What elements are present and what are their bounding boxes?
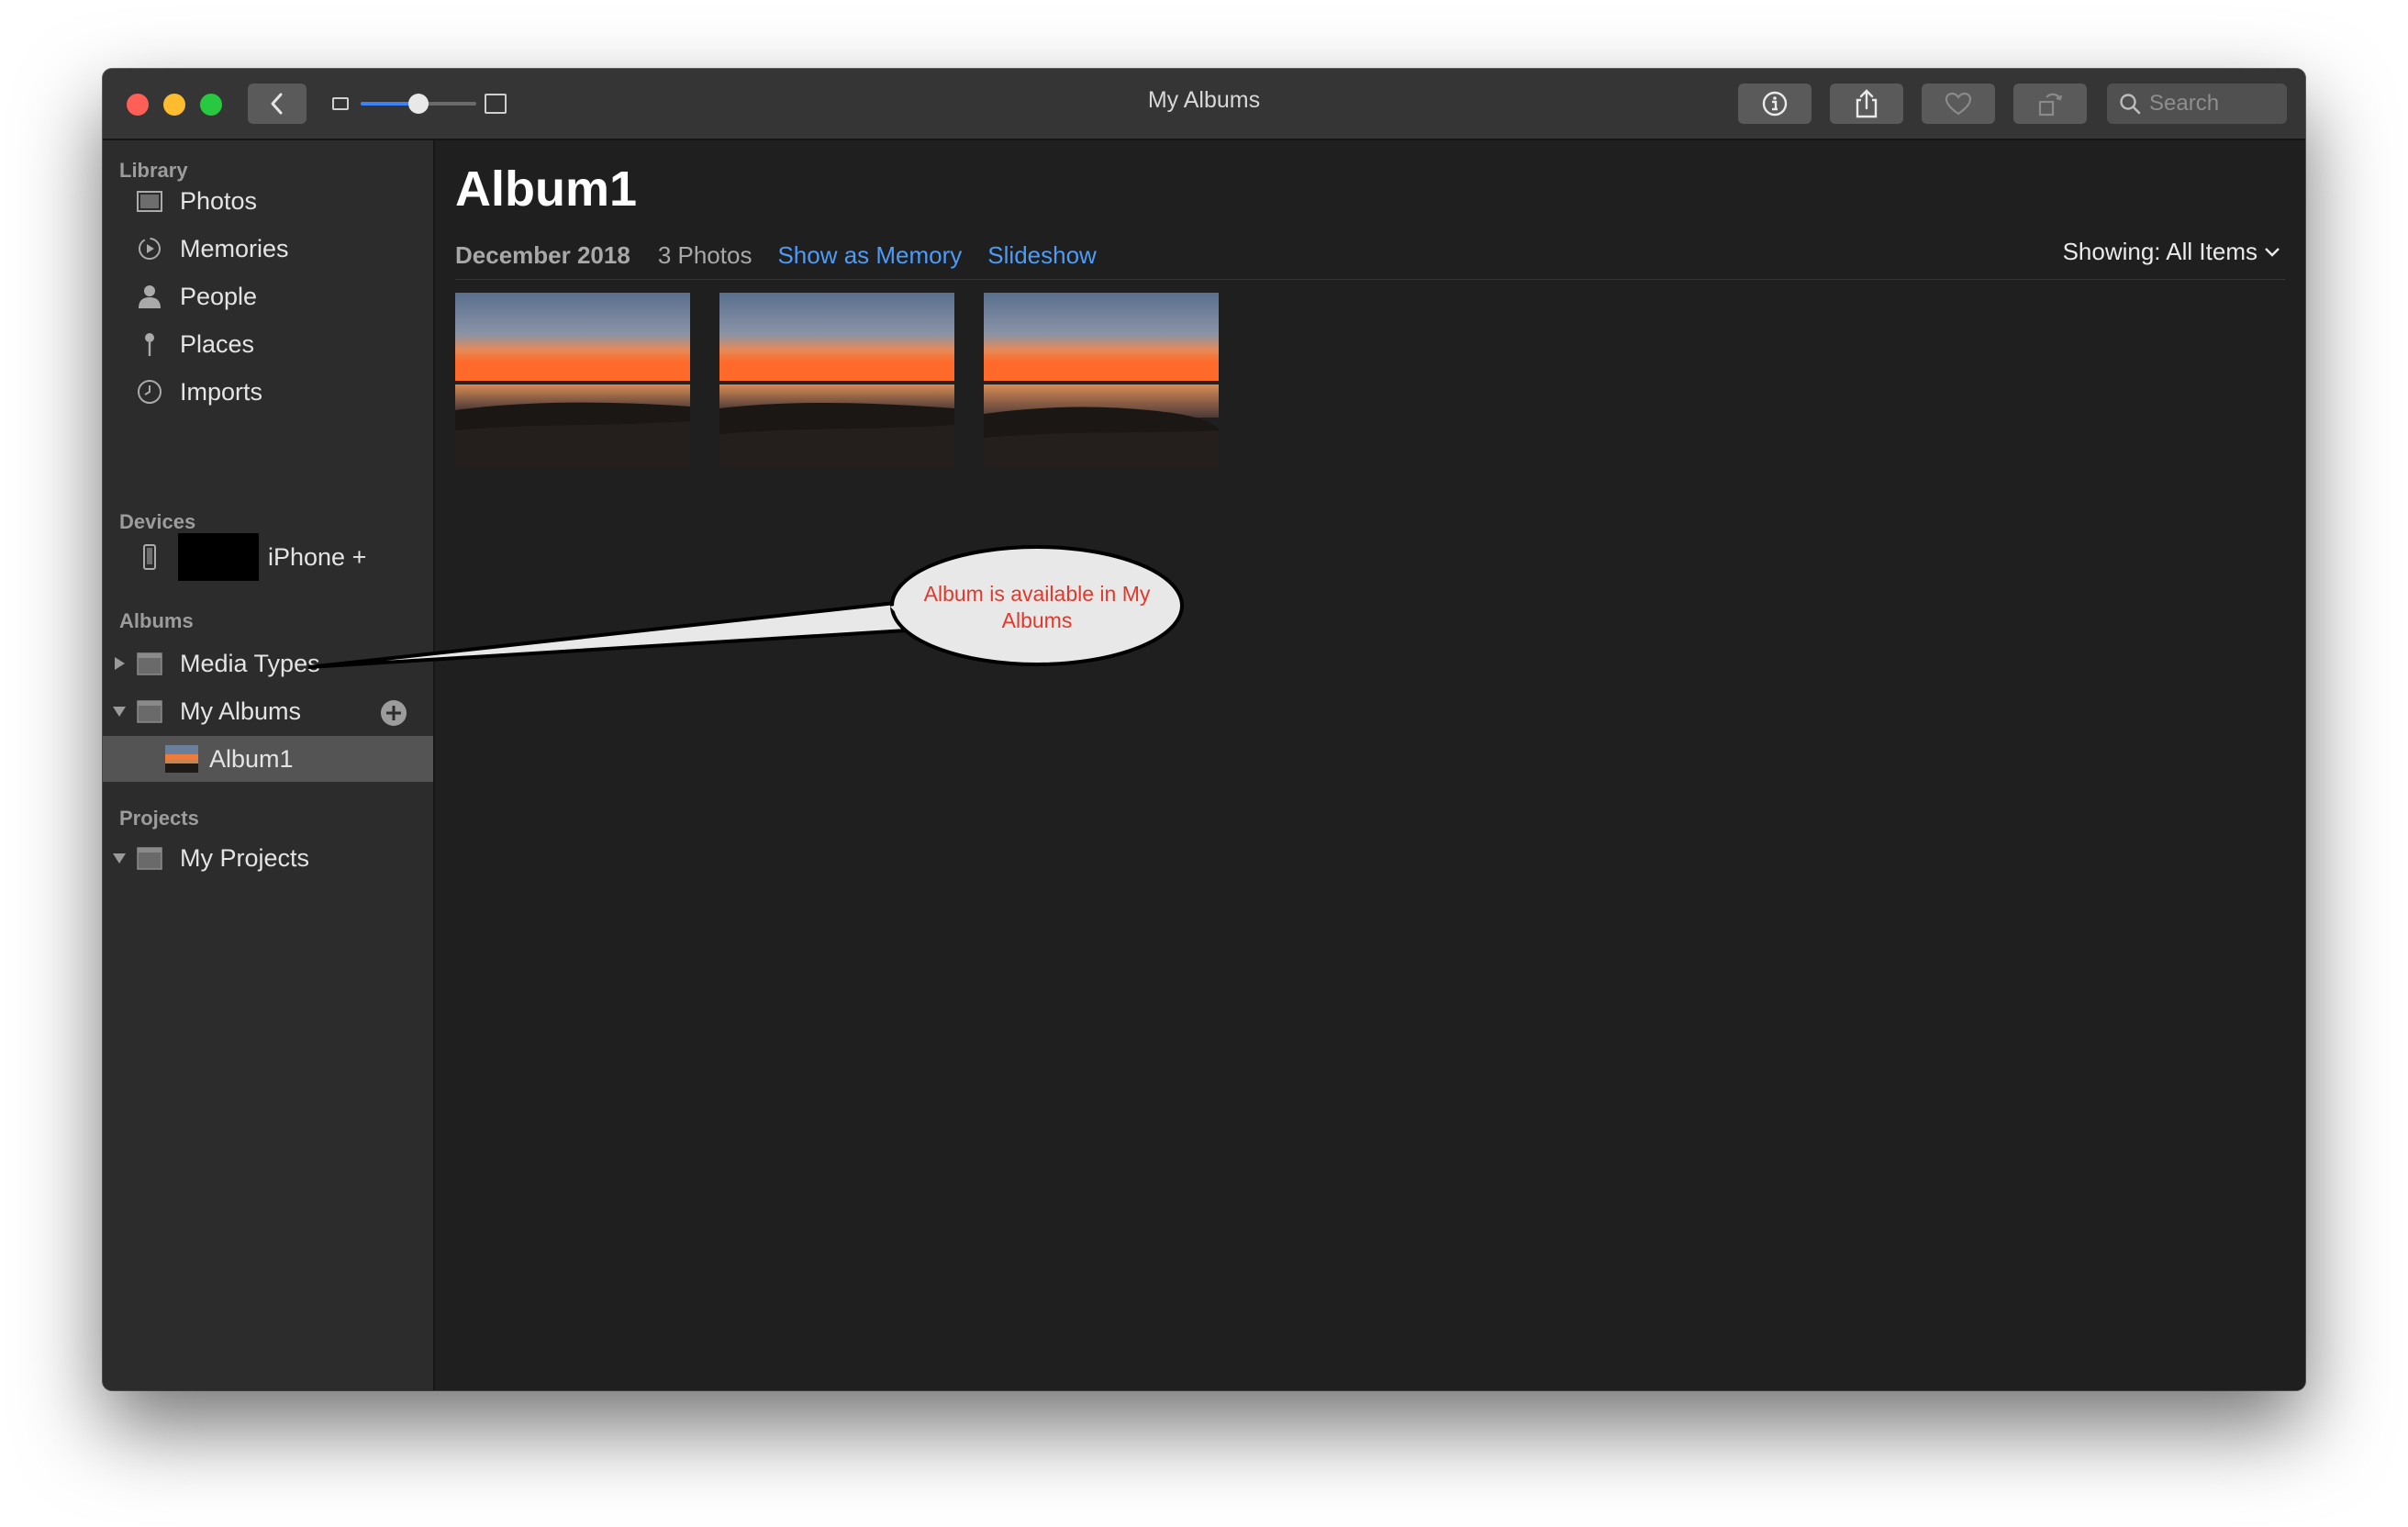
disclosure-down-icon[interactable] — [112, 704, 127, 719]
folder-icon — [137, 652, 162, 675]
sidebar-item-memories[interactable]: Memories — [103, 226, 433, 272]
folder-icon — [137, 700, 162, 723]
photo-thumbnail[interactable] — [719, 293, 954, 467]
show-as-memory-link[interactable]: Show as Memory — [777, 241, 962, 270]
photo-count: 3 Photos — [657, 240, 752, 269]
share-button[interactable] — [1830, 84, 1903, 124]
sidebar-item-imports[interactable]: Imports — [103, 369, 433, 415]
sidebar-item-label: My Albums — [180, 697, 302, 725]
share-icon — [1856, 89, 1878, 118]
disclosure-right-icon[interactable] — [112, 656, 127, 671]
album-content: Album1 December 2018 3 Photos Show as Me… — [435, 140, 2305, 1390]
favorite-button[interactable] — [1922, 84, 1995, 124]
sunset-photo — [455, 293, 690, 467]
sidebar-item-label: Photos — [180, 186, 258, 215]
info-button[interactable] — [1738, 84, 1812, 124]
sunset-photo — [719, 293, 954, 467]
heart-icon — [1945, 92, 1972, 116]
search-input[interactable] — [2147, 90, 2280, 117]
rotate-button[interactable] — [2013, 84, 2087, 124]
disclosure-down-icon[interactable] — [112, 851, 127, 865]
info-icon — [1762, 91, 1788, 117]
albums-heading: Albums — [119, 609, 194, 632]
slideshow-link[interactable]: Slideshow — [987, 241, 1097, 270]
toolbar: My Albums — [103, 69, 2305, 140]
chevron-down-icon — [2265, 247, 2280, 257]
sidebar-item-photos[interactable]: Photos — [103, 178, 433, 224]
redacted-device-name — [178, 533, 259, 581]
annotation-text-line1: Album is available in My — [924, 582, 1151, 606]
sidebar-item-label: Imports — [180, 377, 263, 406]
memories-icon — [139, 238, 161, 260]
search-field[interactable] — [2107, 84, 2287, 124]
imports-icon — [138, 380, 162, 404]
showing-filter-label: Showing: All Items — [2062, 238, 2258, 265]
people-icon — [139, 285, 161, 308]
sidebar-item-people[interactable]: People — [103, 273, 433, 319]
iphone-icon — [143, 544, 156, 570]
photos-icon — [137, 191, 162, 212]
sidebar: Library Photos Memories People Places Im… — [103, 140, 435, 1390]
sidebar-item-label: Places — [180, 329, 255, 358]
sunset-photo — [984, 293, 1219, 467]
sidebar-item-label: My Projects — [180, 843, 310, 872]
album-meta: December 2018 3 Photos Show as Memory Sl… — [455, 238, 1097, 273]
devices-heading: Devices — [119, 510, 196, 533]
sidebar-item-places[interactable]: Places — [103, 321, 433, 367]
photo-thumbnail[interactable] — [984, 293, 1219, 467]
photos-window: My Albums Library Photos Memories — [103, 69, 2305, 1390]
sidebar-item-label: People — [180, 282, 258, 310]
places-icon — [145, 333, 154, 356]
sidebar-item-label: Media Types — [180, 649, 320, 677]
album-date: December 2018 — [455, 240, 630, 269]
speech-bubble-annotation: Album is available in My Albums — [308, 545, 1184, 669]
showing-filter-dropdown[interactable]: Showing: All Items — [2063, 238, 2281, 266]
projects-heading: Projects — [119, 807, 199, 830]
sidebar-item-my-projects[interactable]: My Projects — [103, 835, 433, 881]
rotate-icon — [2038, 93, 2063, 117]
sidebar-item-label: Album1 — [209, 744, 294, 773]
annotation-text-line2: Albums — [1002, 608, 1073, 632]
album-thumbnail-icon — [165, 745, 198, 773]
search-icon — [2120, 94, 2141, 115]
photo-thumbnail[interactable] — [455, 293, 690, 467]
album-title: Album1 — [455, 162, 638, 217]
header-divider — [455, 279, 2285, 280]
folder-icon — [137, 847, 162, 870]
sidebar-item-label: Memories — [180, 234, 289, 262]
